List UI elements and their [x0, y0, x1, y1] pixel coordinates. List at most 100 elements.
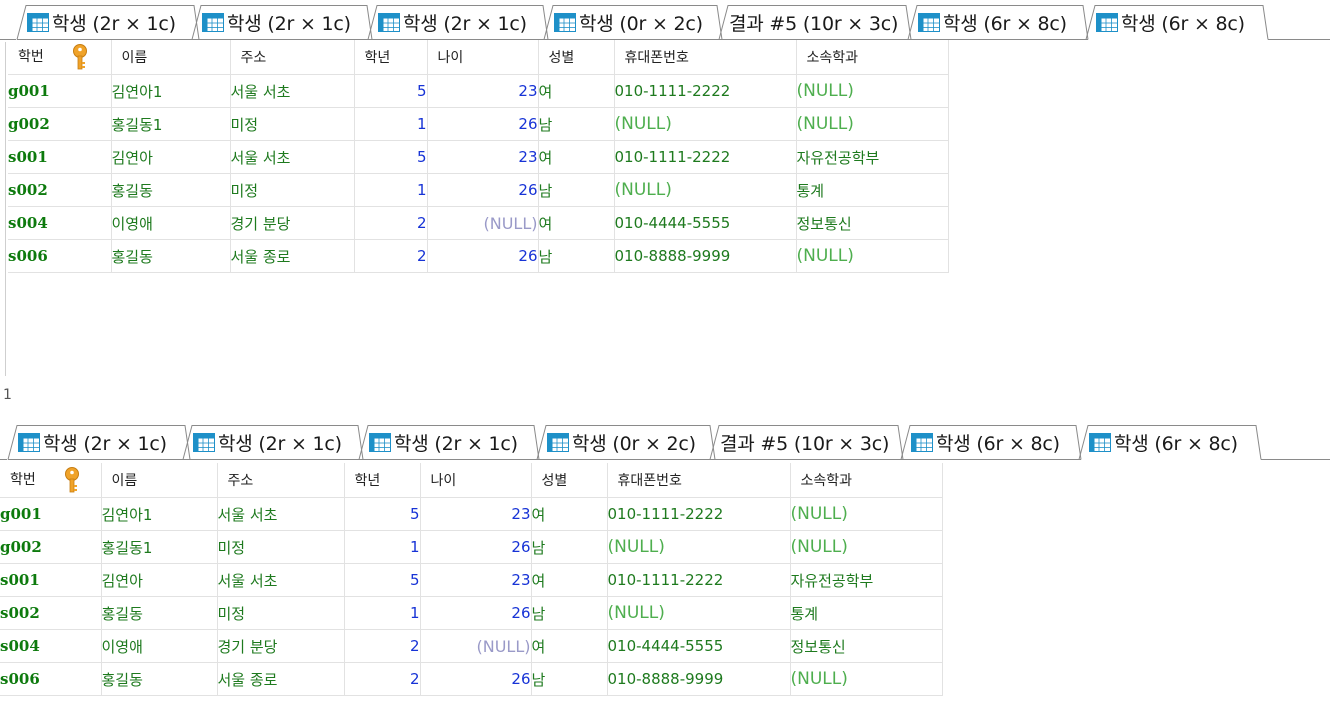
table-cell[interactable]: 서울 서초 [229, 74, 355, 108]
table-cell[interactable]: 김연아1 [110, 74, 231, 108]
table-cell[interactable]: 남 [537, 107, 615, 141]
table-row[interactable]: s004 이영애 경기 분당 2 (NULL) 여 010-4444-5555 정보통신 [0, 629, 943, 663]
table-cell[interactable]: 홍길동 [100, 596, 218, 630]
table-cell[interactable]: (NULL) [795, 107, 949, 141]
table-row[interactable]: s006 홍길동 서울 종로 2 26 남 010-8888-9999 (NULL) [0, 662, 943, 696]
table-cell[interactable]: 이영애 [100, 629, 218, 663]
table-cell[interactable]: 1 [343, 596, 421, 630]
table-cell[interactable]: 미정 [229, 107, 355, 141]
table-cell[interactable]: 010-1111-2222 [606, 497, 791, 531]
column-header[interactable]: 학번 [8, 40, 112, 75]
table-cell[interactable]: 홍길동 [110, 239, 231, 273]
table-cell[interactable]: 경기 분당 [216, 629, 345, 663]
table-cell[interactable]: 010-1111-2222 [613, 140, 797, 174]
table-cell[interactable]: s001 [8, 140, 112, 174]
table-row[interactable]: s002 홍길동 미정 1 26 남 (NULL) 통계 [0, 596, 943, 630]
table-cell[interactable]: 남 [530, 662, 608, 696]
table-cell[interactable]: 홍길동 [100, 662, 218, 696]
column-header[interactable]: 학년 [344, 463, 421, 498]
tab-result-6[interactable]: 학생 (6r × 8c) [911, 424, 1077, 460]
table-cell[interactable]: 2 [343, 662, 421, 696]
table-cell[interactable]: 홍길동1 [100, 530, 218, 564]
tab-result-3[interactable]: 학생 (2r × 1c) [369, 424, 535, 460]
tab-result-6[interactable]: 학생 (6r × 8c) [918, 4, 1084, 40]
table-cell[interactable]: 김연아 [110, 140, 231, 174]
table-cell[interactable]: 010-8888-9999 [606, 662, 791, 696]
tab-result-3[interactable]: 학생 (2r × 1c) [378, 4, 544, 40]
table-cell[interactable]: 010-4444-5555 [606, 629, 791, 663]
tab-result-2[interactable]: 학생 (2r × 1c) [202, 4, 368, 40]
column-header[interactable]: 나이 [427, 40, 539, 75]
table-cell[interactable]: 여 [537, 140, 615, 174]
table-cell[interactable]: s002 [8, 173, 112, 207]
table-row[interactable]: s001 김연아 서울 서초 5 23 여 010-1111-2222 자유전공학부 [8, 140, 949, 174]
table-row[interactable]: g002 홍길동1 미정 1 26 남 (NULL) (NULL) [0, 530, 943, 564]
column-header[interactable]: 이름 [101, 463, 218, 498]
table-cell[interactable]: 서울 서초 [216, 497, 345, 531]
table-cell[interactable]: 23 [426, 140, 539, 174]
table-cell[interactable]: 2 [353, 206, 428, 240]
table-cell[interactable]: 여 [530, 629, 608, 663]
table-row[interactable]: g001 김연아1 서울 서초 5 23 여 010-1111-2222 (NULL) [8, 74, 949, 108]
column-header[interactable]: 휴대폰번호 [614, 40, 797, 75]
table-cell[interactable]: s004 [8, 206, 112, 240]
column-header[interactable]: 소속학과 [796, 40, 949, 75]
table-cell[interactable]: 1 [353, 107, 428, 141]
table-cell[interactable]: g002 [8, 107, 112, 141]
table-cell[interactable]: 23 [419, 497, 532, 531]
table-cell[interactable]: 통계 [789, 596, 943, 630]
table-cell[interactable]: 남 [537, 239, 615, 273]
table-cell[interactable]: 2 [343, 629, 421, 663]
table-cell[interactable]: 정보통신 [795, 206, 949, 240]
table-cell[interactable]: 미정 [216, 530, 345, 564]
table-cell[interactable]: s002 [0, 596, 102, 630]
column-header[interactable]: 주소 [230, 40, 355, 75]
table-cell[interactable]: g001 [8, 74, 112, 108]
table-cell[interactable]: 서울 서초 [229, 140, 355, 174]
table-cell[interactable]: 5 [353, 140, 428, 174]
table-cell[interactable]: 23 [426, 74, 539, 108]
table-cell[interactable]: 홍길동 [110, 173, 231, 207]
table-row[interactable]: g001 김연아1 서울 서초 5 23 여 010-1111-2222 (NULL) [0, 497, 943, 531]
table-cell[interactable]: 26 [426, 173, 539, 207]
table-cell[interactable]: s006 [8, 239, 112, 273]
tab-result-1[interactable]: 학생 (2r × 1c) [27, 4, 195, 40]
table-cell[interactable]: 1 [353, 173, 428, 207]
table-cell[interactable]: 26 [419, 662, 532, 696]
table-cell[interactable]: s006 [0, 662, 102, 696]
table-cell[interactable]: 26 [426, 239, 539, 273]
table-cell[interactable]: 서울 종로 [229, 239, 355, 273]
table-cell[interactable]: (NULL) [419, 629, 532, 663]
table-cell[interactable]: 서울 서초 [216, 563, 345, 597]
table-cell[interactable]: 여 [530, 497, 608, 531]
table-cell[interactable]: (NULL) [613, 173, 797, 207]
column-header[interactable]: 학번 [0, 463, 102, 498]
column-header[interactable]: 소속학과 [790, 463, 943, 498]
table-cell[interactable]: (NULL) [606, 530, 791, 564]
table-cell[interactable]: 여 [537, 206, 615, 240]
table-cell[interactable]: (NULL) [426, 206, 539, 240]
table-row[interactable]: s002 홍길동 미정 1 26 남 (NULL) 통계 [8, 173, 949, 207]
table-cell[interactable]: (NULL) [789, 662, 943, 696]
table-cell[interactable]: s004 [0, 629, 102, 663]
table-cell[interactable]: 010-1111-2222 [613, 74, 797, 108]
table-cell[interactable]: 010-8888-9999 [613, 239, 797, 273]
table-cell[interactable]: 26 [419, 530, 532, 564]
table-cell[interactable]: 남 [530, 530, 608, 564]
tab-result-4[interactable]: 학생 (0r × 2c) [554, 4, 718, 40]
table-cell[interactable]: (NULL) [789, 530, 943, 564]
table-cell[interactable]: 여 [530, 563, 608, 597]
table-cell[interactable]: (NULL) [795, 74, 949, 108]
table-cell[interactable]: 이영애 [110, 206, 231, 240]
table-cell[interactable]: 김연아 [100, 563, 218, 597]
table-cell[interactable]: 경기 분당 [229, 206, 355, 240]
tab-result-4[interactable]: 학생 (0r × 2c) [547, 424, 711, 460]
column-header[interactable]: 주소 [217, 463, 345, 498]
table-cell[interactable]: 자유전공학부 [789, 563, 943, 597]
table-cell[interactable]: 남 [530, 596, 608, 630]
table-cell[interactable]: 5 [353, 74, 428, 108]
table-cell[interactable]: g002 [0, 530, 102, 564]
table-row[interactable]: s001 김연아 서울 서초 5 23 여 010-1111-2222 자유전공학부 [0, 563, 943, 597]
table-row[interactable]: s004 이영애 경기 분당 2 (NULL) 여 010-4444-5555 정보통신 [8, 206, 949, 240]
table-cell[interactable]: 010-1111-2222 [606, 563, 791, 597]
